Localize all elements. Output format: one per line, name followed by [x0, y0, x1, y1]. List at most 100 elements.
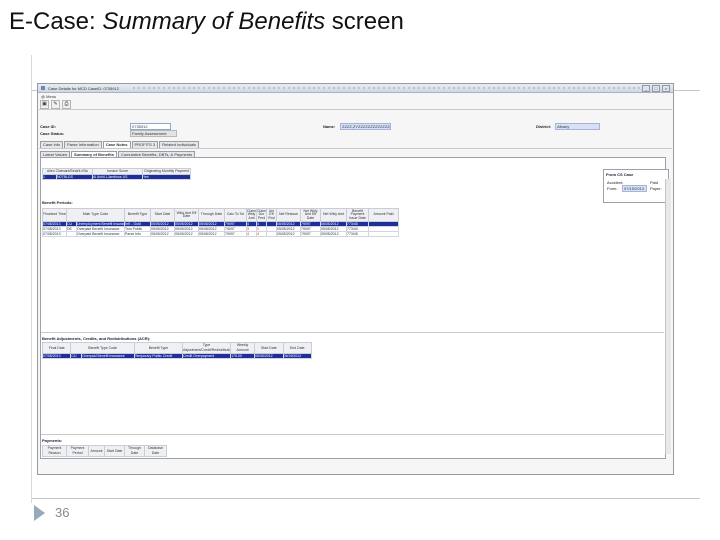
column-header[interactable]: Net Wkly Amt Eff Date: [300, 208, 321, 222]
window-titlebar: Case Details for MCD CaseID: 0735912 _ □…: [38, 84, 673, 93]
tab-parse-information[interactable]: Parse Information: [64, 141, 102, 148]
section-divider: [41, 434, 664, 435]
maximize-button[interactable]: □: [652, 85, 660, 92]
minimize-button[interactable]: _: [642, 85, 650, 92]
column-header[interactable]: Main Type Code: [66, 208, 125, 222]
menu-bar[interactable]: @ Menu: [41, 94, 56, 99]
from-cs-case-title: From CS Case: [606, 172, 634, 177]
table-cell: 175.00: [230, 353, 256, 359]
tab-related-individuals[interactable]: Related Individuals: [159, 141, 199, 148]
table-cell: Yes: [142, 174, 192, 180]
column-header[interactable]: End Date: [282, 342, 313, 354]
name-field[interactable]: ZZZZ,ZYZZZZZZZZZZZZZZ: [340, 123, 391, 130]
tabs-divider: [39, 148, 672, 149]
column-header[interactable]: Wkly Amt Eff Date: [174, 208, 199, 222]
table-cell: Unemployment Benefit Insurance: [76, 221, 125, 227]
column-header[interactable]: Amount Paid: [368, 208, 399, 222]
window-controls: _ □ ×: [642, 85, 670, 92]
column-header[interactable]: Finalized Time: [42, 208, 67, 222]
save-icon[interactable]: ▣: [40, 100, 49, 109]
table-cell: 05/05/2012: [276, 231, 301, 237]
column-header[interactable]: Benefit Payment Issue Date: [346, 208, 369, 222]
case-status-label: Case Status:: [40, 131, 65, 136]
table-cell: 07/08/2013: [41, 353, 72, 359]
column-header[interactable]: Net Wkly Amt: [320, 208, 347, 222]
toolbar-divider: [39, 109, 672, 110]
column-header[interactable]: Through Date: [198, 208, 225, 222]
slide-frame-left: [31, 55, 32, 503]
column-header[interactable]: Alien Claimant/Sectrit-l/Sic: [41, 168, 94, 175]
table-cell: [66, 231, 77, 237]
table-row[interactable]: 07/08/2013 CU Overpaid Benefit Insurance…: [41, 353, 313, 359]
title-prefix: E-Case:: [9, 8, 103, 35]
form-label: Form:: [607, 186, 618, 191]
adjustments-title: Benefit Adjustments, Credits, and Redist…: [42, 336, 151, 341]
table-cell: CU: [70, 353, 83, 359]
slide-arrow-icon: [34, 505, 45, 521]
table-cell: 05/05/2012: [254, 353, 284, 359]
window-title: Case Details for MCD CaseID: 0735912: [48, 86, 119, 91]
column-header[interactable]: Final Date: [41, 342, 72, 354]
ecase-window: Case Details for MCD CaseID: 0735912 _ □…: [37, 83, 674, 475]
column-header[interactable]: Weekly Amount: [230, 342, 256, 354]
table-cell: 1: [42, 174, 57, 180]
edit-icon[interactable]: ✎: [51, 100, 60, 109]
benefit-periods-header: Finalized Time Main Type Code Benefit Ty…: [42, 208, 399, 222]
print-icon[interactable]: ⎙: [62, 100, 71, 109]
toolbar: ▣ ✎ ⎙: [40, 100, 71, 109]
column-header[interactable]: Claim Dur Perd: [256, 208, 267, 222]
case-status-field[interactable]: Family Assessment: [130, 130, 177, 137]
name-label: Name:: [323, 124, 336, 129]
column-header[interactable]: Benefit Type Code: [70, 342, 135, 354]
table-cell: 79097: [224, 231, 247, 237]
slide-page-number: 36: [55, 505, 70, 520]
app-icon: [41, 86, 45, 90]
table-row[interactable]: 1 N0TBLGS Al Anbil-l-Jamlinos US Yes: [42, 174, 192, 180]
column-header[interactable]: Amount: [88, 445, 105, 457]
column-header[interactable]: Payment Reason: [42, 445, 67, 457]
column-header[interactable]: Benefit Type: [133, 342, 183, 354]
adjustments-header: Final Date Benefit Type Code Benefit Typ…: [41, 342, 313, 354]
column-header[interactable]: Claim Wkly Amt: [246, 208, 257, 222]
table-cell: Overpaid Benefit Insurance: [76, 231, 125, 237]
column-header[interactable]: Calc To Tot: [224, 208, 247, 222]
column-header[interactable]: Payment Period: [66, 445, 89, 457]
payments-title: Payments:: [42, 438, 63, 443]
table-cell: Temporary Public Credit: [133, 353, 183, 359]
column-header[interactable]: Benefit Type: [124, 208, 151, 222]
table-cell: 05/05/2012: [150, 231, 175, 237]
table-cell: Credit Overpayment: [181, 353, 232, 359]
tab-case-info[interactable]: Case Info: [40, 141, 64, 148]
tab-case-notes[interactable]: Case Notes: [102, 141, 131, 148]
accident-label: Accident:: [607, 180, 624, 185]
adjustments-table: Final Date Benefit Type Code Benefit Typ…: [41, 342, 313, 359]
tab-profits[interactable]: PROFITS 3: [131, 141, 159, 148]
case-id-label: Case ID:: [40, 124, 57, 129]
table-cell: 4: [246, 231, 257, 237]
section-divider: [41, 332, 664, 333]
column-header[interactable]: Originating Monthly Payment: [142, 168, 192, 175]
column-header[interactable]: Uni Eff Rnd: [266, 208, 277, 222]
column-header[interactable]: Start Date: [150, 208, 175, 222]
title-italic: Summary of Benefits: [102, 8, 326, 35]
benefit-periods-table: Finalized Time Main Type Code Benefit Ty…: [42, 208, 399, 237]
table-cell: 07/08/2013: [42, 231, 67, 237]
case-id-field[interactable]: 0735912: [130, 123, 171, 130]
claimant-table-header: Alien Claimant/Sectrit-l/Sic Invoice Sco…: [41, 168, 192, 175]
vertical-scrollbar[interactable]: [665, 179, 671, 454]
district-field[interactable]: Albany: [555, 123, 600, 130]
benefit-periods-title: Benefit Periods:: [42, 200, 73, 205]
column-header[interactable]: Through Date: [124, 445, 145, 457]
table-cell: [368, 231, 399, 237]
table-cell: Overpaid Benefit Insurance: [81, 353, 135, 359]
column-header[interactable]: Start Date: [104, 445, 125, 457]
column-header[interactable]: Net Reissue: [276, 208, 301, 222]
column-header[interactable]: Start Date: [254, 342, 284, 354]
close-button[interactable]: ×: [662, 85, 670, 92]
form-field[interactable]: 07/15/2013: [622, 185, 647, 192]
column-header[interactable]: Type Adjustment/Credit/Redistribution: [181, 342, 232, 354]
table-row[interactable]: 07/08/2013 Overpaid Benefit Insurance Pa…: [42, 231, 399, 237]
column-header[interactable]: Database Date: [144, 445, 167, 457]
titlebar-texture: [133, 87, 643, 89]
table-cell: 79097: [300, 231, 321, 237]
